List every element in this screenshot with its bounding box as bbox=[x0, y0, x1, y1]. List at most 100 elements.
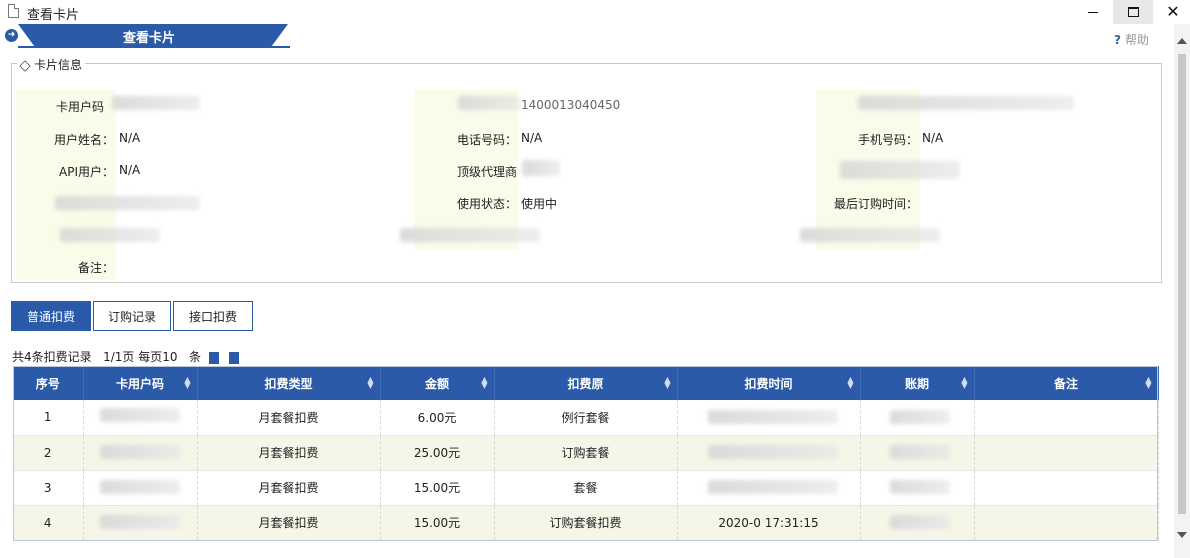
redacted-label bbox=[458, 96, 520, 110]
sort-icon[interactable]: ▲ ▼ bbox=[847, 376, 853, 390]
cell-no: 1 bbox=[13, 400, 84, 436]
table-header-row: 序号 卡用户码 ▲ ▼ 扣费类型 ▲ ▼ 金额 ▲ ▼ 扣费原 ▲ ▼ 扣费时间 ▲ ▼ 账期 ▲ ▼ … bbox=[13, 366, 1159, 400]
vertical-scrollbar[interactable] bbox=[1174, 24, 1190, 558]
label-column-bg-1 bbox=[16, 90, 116, 280]
tab-api-deduction[interactable]: 接口扣费 bbox=[173, 301, 253, 331]
page-header-tab: ➜ 查看卡片 bbox=[0, 24, 290, 48]
sort-icon[interactable]: ▲ ▼ bbox=[1145, 376, 1151, 390]
redacted-cell bbox=[100, 408, 180, 422]
field-label-phone: 电话号码： bbox=[456, 133, 517, 147]
help-link[interactable]: ? 帮助 bbox=[1114, 31, 1149, 48]
table-row[interactable]: 2 月套餐扣费 25.00元 订购套餐 bbox=[13, 435, 1159, 471]
cell-no: 2 bbox=[13, 435, 84, 471]
redacted-cell bbox=[100, 480, 180, 494]
redacted-cell bbox=[708, 445, 838, 459]
redacted-cell bbox=[890, 480, 950, 494]
close-button[interactable]: ✕ bbox=[1153, 0, 1190, 24]
column-header-card-code[interactable]: 卡用户码 ▲ ▼ bbox=[83, 366, 198, 400]
column-header-note[interactable]: 备注 ▲ ▼ bbox=[974, 366, 1159, 400]
cell-no: 4 bbox=[13, 505, 84, 541]
layers-icon bbox=[19, 59, 31, 72]
redacted-field bbox=[55, 196, 200, 210]
table-row[interactable]: 4 月套餐扣费 15.00元 订购套餐扣费 2020-0 17:31:15 bbox=[13, 505, 1159, 541]
field-value-usage-status: 使用中 bbox=[521, 197, 558, 211]
cell-amount: 15.00元 bbox=[380, 470, 495, 506]
field-label: 卡用户码 bbox=[55, 100, 104, 114]
header-underline bbox=[18, 46, 290, 48]
tab-normal-deduction[interactable]: 普通扣费 bbox=[11, 301, 91, 331]
redacted-field bbox=[60, 228, 160, 242]
cell-type: 月套餐扣费 bbox=[197, 435, 381, 471]
arrow-right-icon: ➜ bbox=[5, 29, 18, 42]
cell-type: 月套餐扣费 bbox=[197, 505, 381, 541]
scroll-thumb[interactable] bbox=[1178, 54, 1186, 514]
question-icon: ? bbox=[1114, 33, 1121, 47]
cell-reason: 订购套餐扣费 bbox=[494, 505, 678, 541]
column-header-time[interactable]: 扣费时间 ▲ ▼ bbox=[677, 366, 861, 400]
field-label-last-order-time: 最后订购时间： bbox=[833, 197, 918, 211]
redacted-value bbox=[858, 96, 1074, 110]
cell-reason: 订购套餐 bbox=[494, 435, 678, 471]
column-header-amount[interactable]: 金额 ▲ ▼ bbox=[380, 366, 495, 400]
tab-order-records[interactable]: 订购记录 bbox=[93, 301, 171, 331]
window-titlebar: 查看卡片 ✕ bbox=[0, 0, 1190, 24]
redacted-cell bbox=[890, 445, 950, 459]
cell-note bbox=[974, 435, 1159, 471]
page-unit: 条 bbox=[188, 350, 201, 364]
redacted-cell bbox=[100, 445, 180, 459]
cell-note bbox=[974, 505, 1159, 541]
cell-reason: 套餐 bbox=[494, 470, 678, 506]
scroll-up-icon[interactable] bbox=[1177, 38, 1187, 44]
column-header-no[interactable]: 序号 bbox=[13, 366, 84, 400]
field-label-mobile: 手机号码： bbox=[857, 133, 918, 147]
field-label-top-agent: 顶级代理商 bbox=[456, 165, 517, 179]
export-xml-icon[interactable] bbox=[228, 351, 239, 364]
redacted-value bbox=[112, 96, 200, 110]
sort-icon[interactable]: ▲ ▼ bbox=[367, 376, 373, 390]
column-header-period[interactable]: 账期 ▲ ▼ bbox=[860, 366, 975, 400]
export-excel-icon[interactable] bbox=[208, 351, 219, 364]
column-header-reason[interactable]: 扣费原 ▲ ▼ bbox=[494, 366, 678, 400]
field-value: 1400013040450 bbox=[521, 98, 621, 112]
column-header-type[interactable]: 扣费类型 ▲ ▼ bbox=[197, 366, 381, 400]
redacted-cell bbox=[890, 515, 950, 529]
maximize-icon bbox=[1127, 7, 1139, 17]
field-label-remark: 备注： bbox=[77, 261, 114, 275]
sort-icon[interactable]: ▲ ▼ bbox=[664, 376, 670, 390]
redacted-value bbox=[522, 160, 560, 176]
field-value-api-user: N/A bbox=[119, 163, 141, 177]
close-icon: ✕ bbox=[1166, 2, 1180, 21]
minimize-button[interactable] bbox=[1073, 0, 1113, 24]
card-info-legend: 卡片信息 bbox=[17, 56, 86, 73]
redacted-cell bbox=[708, 480, 838, 494]
cell-amount: 6.00元 bbox=[380, 400, 495, 436]
table-row[interactable]: 1 月套餐扣费 6.00元 例行套餐 bbox=[13, 400, 1159, 436]
field-value-user-name: N/A bbox=[119, 131, 141, 145]
card-info-title: 卡片信息 bbox=[34, 58, 83, 72]
field-label-usage-status: 使用状态： bbox=[456, 197, 517, 211]
cell-amount: 25.00元 bbox=[380, 435, 495, 471]
sort-icon[interactable]: ▲ ▼ bbox=[961, 376, 967, 390]
redacted-cell bbox=[708, 410, 838, 424]
page-info: 1/1页 每页10 bbox=[103, 350, 178, 364]
maximize-button[interactable] bbox=[1113, 0, 1153, 24]
scroll-down-icon[interactable] bbox=[1177, 532, 1187, 538]
minimize-icon bbox=[1088, 11, 1098, 13]
cell-note bbox=[974, 400, 1159, 436]
cell-type: 月套餐扣费 bbox=[197, 470, 381, 506]
redacted-field bbox=[800, 228, 940, 242]
sort-icon[interactable]: ▲ ▼ bbox=[184, 376, 190, 390]
cell-note bbox=[974, 470, 1159, 506]
document-icon bbox=[8, 4, 19, 18]
field-label-api-user: API用户： bbox=[59, 165, 114, 179]
cell-reason: 例行套餐 bbox=[494, 400, 678, 436]
field-label-user-name: 用户姓名： bbox=[53, 133, 114, 147]
sort-icon[interactable]: ▲ ▼ bbox=[481, 376, 487, 390]
help-label: 帮助 bbox=[1124, 33, 1149, 47]
cell-type: 月套餐扣费 bbox=[197, 400, 381, 436]
field-value-phone: N/A bbox=[521, 131, 543, 145]
table-row[interactable]: 3 月套餐扣费 15.00元 套餐 bbox=[13, 470, 1159, 506]
redacted-field bbox=[400, 228, 540, 242]
records-summary: 共4条扣费记录 1/1页 每页10 条 bbox=[12, 348, 239, 365]
redacted-cell bbox=[890, 410, 950, 424]
